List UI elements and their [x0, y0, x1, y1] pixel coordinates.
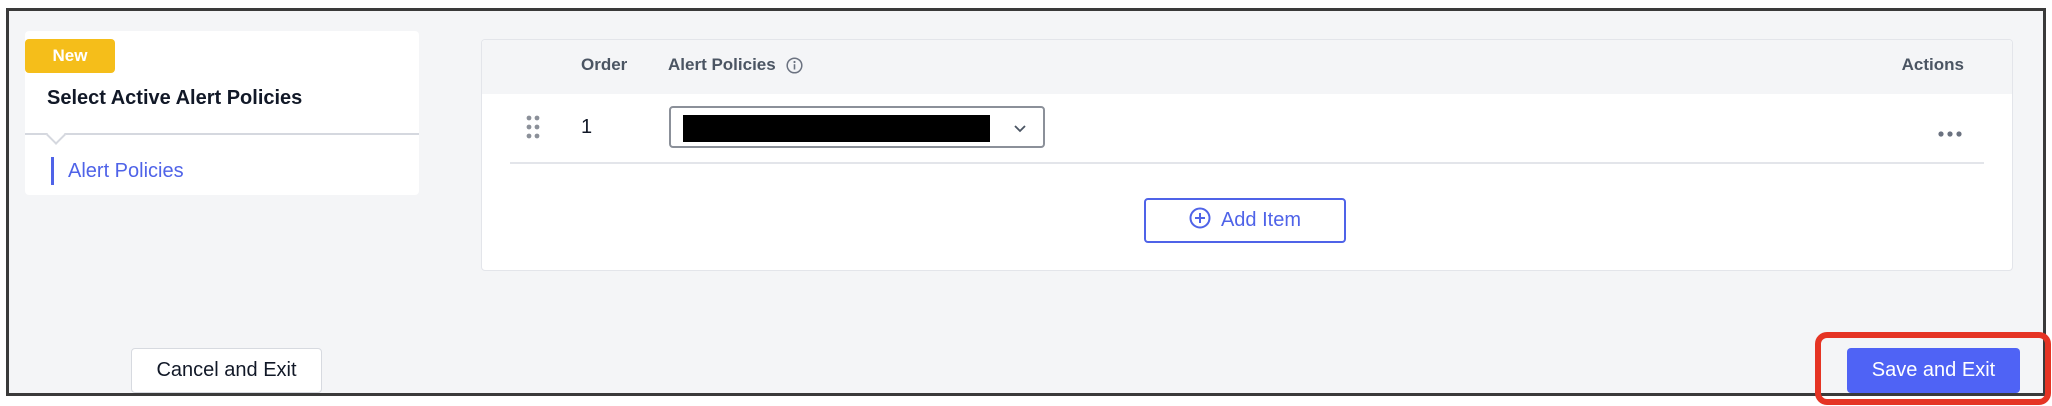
new-badge: New: [25, 39, 115, 73]
add-item-label: Add Item: [1220, 209, 1302, 231]
pointer-caret: [46, 125, 66, 145]
chevron-down-icon: [1013, 120, 1027, 138]
step-panel: New Select Active Alert Policies Alert P…: [25, 31, 419, 195]
info-icon[interactable]: [786, 56, 803, 74]
plus-circle-icon: [1189, 207, 1211, 235]
sidebar-item-alert-policies[interactable]: Alert Policies: [51, 157, 184, 185]
column-header-alert-policies: Alert Policies: [668, 55, 803, 75]
table-header: Order Alert Policies Actions: [482, 40, 2012, 94]
save-and-exit-button[interactable]: Save and Exit: [1847, 348, 2020, 393]
alert-policy-selected-value: [683, 115, 990, 142]
alert-policy-select[interactable]: [669, 106, 1045, 148]
table-row: 1: [510, 94, 1984, 164]
cancel-and-exit-button[interactable]: Cancel and Exit: [131, 348, 322, 393]
app-frame: New Select Active Alert Policies Alert P…: [6, 8, 2051, 405]
drag-handle-icon[interactable]: [526, 115, 540, 144]
step-title: Select Active Alert Policies: [47, 87, 303, 109]
alert-policies-table: Order Alert Policies Actions 1 Add Item: [481, 39, 2013, 271]
column-header-order: Order: [581, 55, 628, 74]
more-horizontal-icon[interactable]: [1938, 124, 1962, 142]
column-header-alert-policies-label: Alert Policies: [668, 55, 776, 74]
panel-divider: [25, 133, 419, 135]
row-order: 1: [581, 116, 593, 138]
add-item-button[interactable]: Add Item: [1144, 198, 1346, 243]
column-header-actions: Actions: [1901, 55, 1964, 74]
